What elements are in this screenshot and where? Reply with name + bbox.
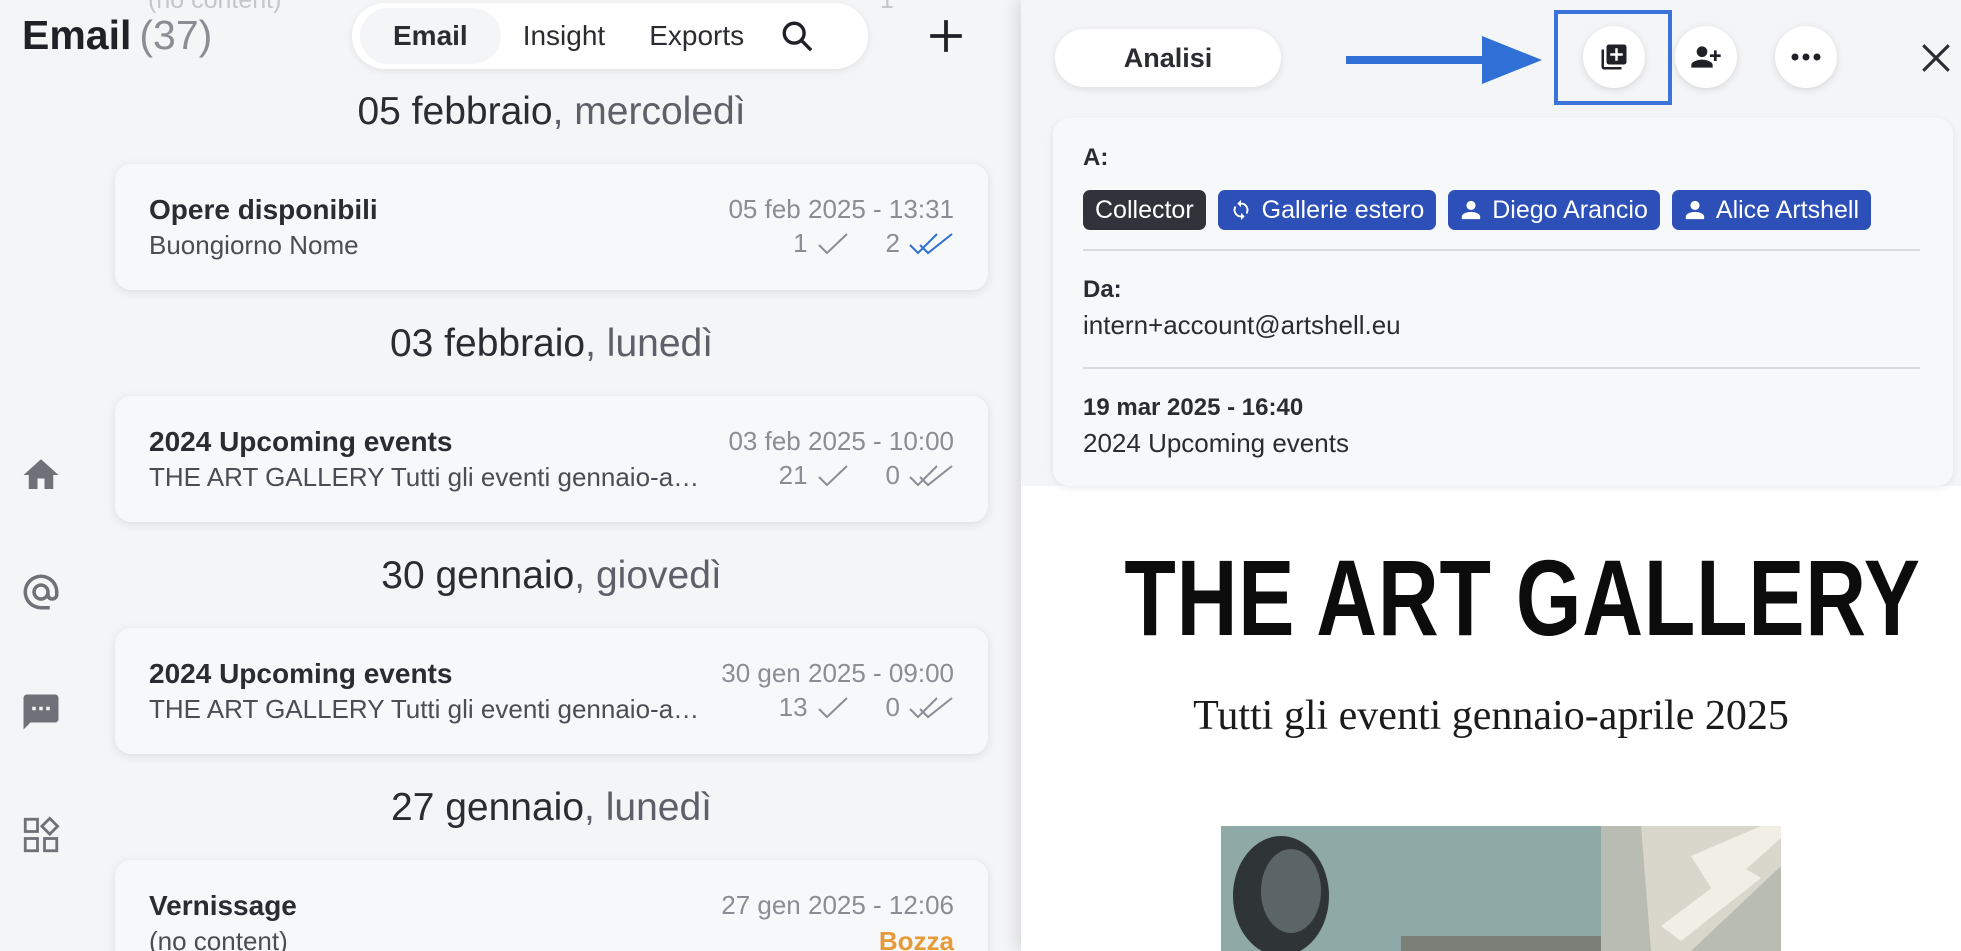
day-heading: 30 gennaio, giovedì [381, 554, 722, 597]
day-heading: 05 febbraio, mercoledì [357, 90, 746, 133]
email-preview: Buongiorno Nome [149, 230, 359, 260]
home-icon[interactable] [18, 452, 64, 498]
page-title-text: Email [22, 12, 132, 58]
close-icon[interactable] [1916, 38, 1956, 78]
sent-count: 1 [793, 228, 808, 258]
recipient-list: Collector Gallerie estero Diego Arancio … [1083, 190, 1872, 230]
sync-icon [1233, 199, 1249, 221]
at-icon[interactable] [18, 569, 64, 615]
email-list-item[interactable]: 2024 Upcoming events THE ART GALLERY Tut… [115, 628, 988, 754]
day-heading: 03 febbraio, lunedì [389, 322, 714, 365]
double-check-icon [909, 464, 953, 486]
tab-insight[interactable]: Insight [501, 8, 628, 64]
email-body-title: THE ART GALLERY [1124, 537, 1921, 658]
recipient-person-chip[interactable]: Diego Arancio [1448, 190, 1660, 230]
recipient-person-chip[interactable]: Alice Artshell [1671, 190, 1872, 230]
draft-badge: Bozza [878, 926, 954, 951]
day-heading: 27 gennaio, lunedì [391, 786, 712, 829]
person-icon [1685, 200, 1705, 220]
search-icon[interactable] [772, 11, 822, 61]
arrow-annotation-icon [1346, 36, 1542, 84]
person-icon [1462, 200, 1481, 220]
recipient-tag-chip[interactable]: Collector [1083, 190, 1206, 230]
divider [1083, 249, 1920, 251]
read-count: 0 [885, 692, 900, 722]
email-preview: (no content) [149, 926, 288, 951]
email-subject-detail: 2024 Upcoming events [1083, 428, 1349, 458]
single-check-icon [817, 464, 848, 486]
email-list-item[interactable]: 2024 Upcoming events THE ART GALLERY Tut… [115, 396, 988, 522]
add-person-icon[interactable] [1675, 26, 1737, 88]
double-check-icon [909, 232, 953, 254]
add-to-collection-icon[interactable] [1583, 26, 1645, 88]
email-subject: 2024 Upcoming events [149, 658, 453, 689]
email-date: 05 feb 2025 - 13:31 [728, 194, 954, 224]
email-stats: 1 2 [793, 228, 954, 259]
email-list-item[interactable]: Opere disponibili Buongiorno Nome 05 feb… [115, 164, 988, 290]
apps-icon[interactable] [18, 812, 64, 858]
tab-exports[interactable]: Exports [627, 8, 766, 64]
email-subject: Vernissage [149, 890, 297, 921]
plus-icon[interactable] [918, 8, 974, 64]
from-address: intern+account@artshell.eu [1083, 310, 1401, 340]
read-count: 2 [885, 228, 900, 258]
email-datetime: 19 mar 2025 - 16:40 [1083, 394, 1304, 421]
email-meta-card: A: Collector Gallerie estero Diego Aranc… [1053, 118, 1953, 486]
sent-count: 21 [778, 460, 808, 490]
from-label: Da: [1083, 276, 1122, 303]
scrolled-row-count: 1 [880, 0, 894, 14]
tab-email[interactable]: Email [360, 8, 501, 64]
email-subject: 2024 Upcoming events [149, 426, 453, 457]
divider [1083, 367, 1920, 369]
read-count: 0 [885, 460, 900, 490]
email-date: 27 gen 2025 - 12:06 [721, 890, 954, 920]
single-check-icon [817, 696, 848, 718]
email-list-item[interactable]: Vernissage (no content) 27 gen 2025 - 12… [115, 860, 988, 951]
sent-count: 13 [778, 692, 808, 722]
email-subject: Opere disponibili [149, 194, 378, 225]
chat-icon[interactable] [18, 689, 64, 735]
recipient-group-chip[interactable]: Gallerie estero [1217, 190, 1437, 230]
to-label: A: [1083, 144, 1109, 171]
more-icon[interactable] [1775, 26, 1837, 88]
email-date: 30 gen 2025 - 09:00 [721, 658, 954, 688]
email-date: 03 feb 2025 - 10:00 [728, 426, 954, 456]
double-check-icon [909, 696, 953, 718]
page-title: Email (37) [22, 12, 212, 59]
email-body-subtitle: Tutti gli eventi gennaio-aprile 2025 [1193, 693, 1789, 739]
email-detail-panel: Analisi A: Collector Gallerie estero Die… [1021, 0, 1961, 951]
single-check-icon [817, 232, 848, 254]
analisi-button[interactable]: Analisi [1055, 29, 1281, 87]
email-preview: THE ART GALLERY Tutti gli eventi gennaio… [149, 462, 709, 492]
tab-bar: Email Insight Exports [352, 3, 868, 69]
email-hero-image [1221, 826, 1781, 951]
email-count: (37) [139, 12, 213, 58]
email-preview: THE ART GALLERY Tutti gli eventi gennaio… [149, 694, 709, 724]
email-stats: 13 0 [779, 692, 954, 723]
email-stats: 21 0 [779, 460, 954, 491]
